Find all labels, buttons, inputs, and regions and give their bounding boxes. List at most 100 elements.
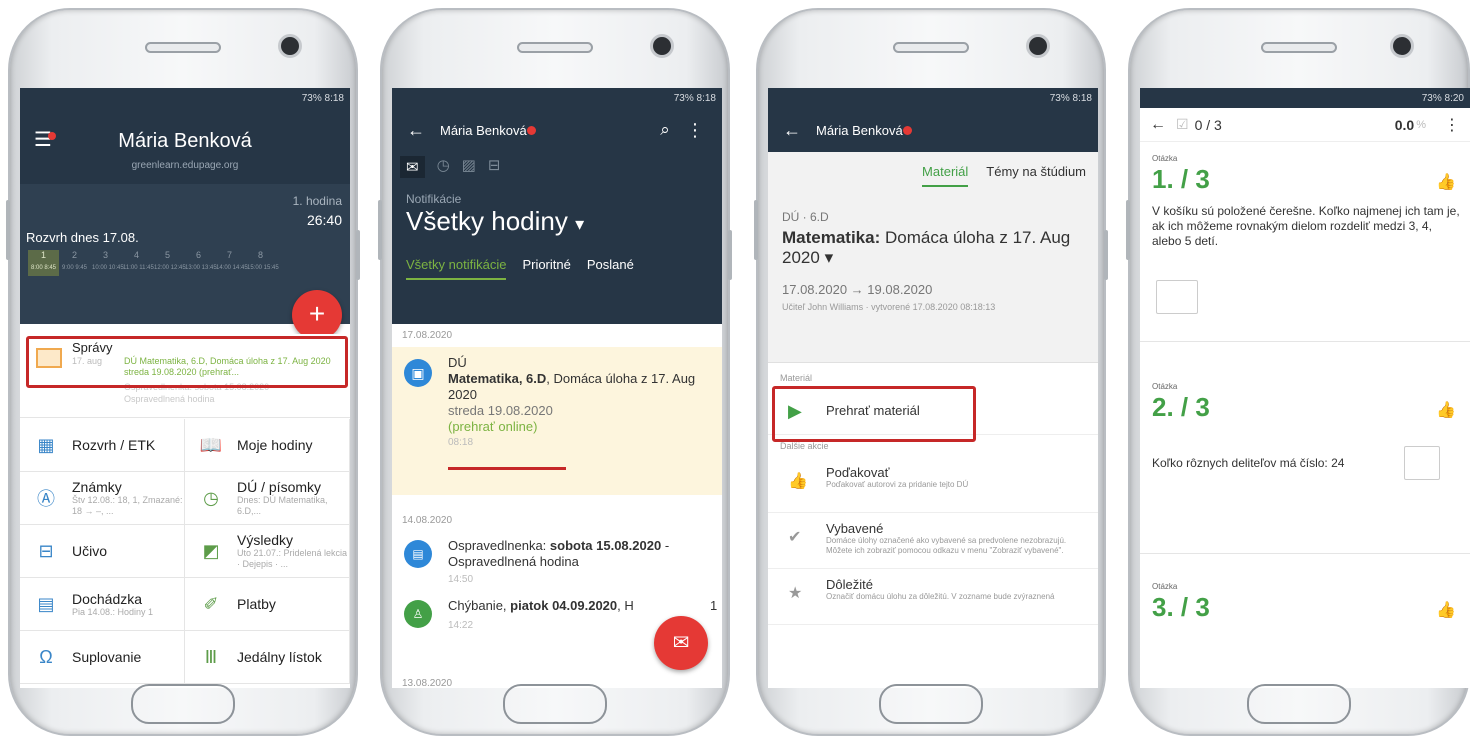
thumbs-up-icon[interactable]: 👍	[1436, 172, 1456, 192]
action-star[interactable]: ★ Dôležité Označiť domácu úlohu za dôležit…	[768, 569, 1098, 625]
action-check[interactable]: ✔ Vybavené Domáce úlohy označené ako vybav…	[768, 513, 1098, 569]
date-header: 13.08.2020	[402, 678, 453, 688]
tile-title: Učivo	[72, 543, 108, 559]
screen-dashboard: 73% 8:18 ☰ Mária Benková greenlearn.edup…	[20, 88, 350, 688]
tile-attendance[interactable]: ▤ Dochádzka Pia 14.08.: Hodiny 1	[20, 578, 185, 631]
period-number: 3	[102, 250, 108, 260]
phone-frame-4: 73% 8:20 ← ☑ 0 / 3 0.0% ⋮ Otázka 1. / 3 …	[1126, 8, 1470, 736]
checkbox-icon[interactable]: ☑	[1176, 116, 1189, 133]
chart-tab-icon[interactable]: ▨	[462, 156, 476, 178]
home-button[interactable]	[503, 684, 607, 724]
phone-frame-2: 73% 8:18 ← Mária Benková ⌕ ⋮ ✉ ◷ ▨ ⊟ Not…	[378, 8, 732, 736]
front-camera	[1026, 34, 1050, 58]
question-3: Otázka 3. / 3 👍	[1140, 554, 1470, 654]
check-icon: ✔	[788, 529, 802, 546]
tile-title: Jedálny lístok	[237, 649, 322, 665]
detail-header: 73% 8:18 ← Mária Benková	[768, 88, 1098, 152]
notif-time: 08:18	[448, 437, 474, 448]
period-time: 14:00 14:45	[216, 265, 248, 271]
period-number: 8	[257, 250, 263, 260]
answer-input[interactable]	[1156, 280, 1198, 314]
more-vert-icon[interactable]: ⋮	[1444, 115, 1460, 135]
question-label: Otázka	[1152, 582, 1178, 591]
home-button[interactable]	[131, 684, 235, 724]
timetable-period[interactable]: 1 8:00 8:45	[28, 250, 59, 276]
tile-food[interactable]: Ⅲ Jedálny lístok	[185, 631, 350, 684]
speaker-grille	[145, 42, 221, 53]
volume-button	[378, 200, 382, 260]
timetable-period[interactable]: 8 15:00 15:45	[245, 250, 279, 276]
tile-title: Platby	[237, 596, 276, 612]
app-bar: ← Mária Benková ⌕ ⋮	[392, 108, 722, 152]
home-button[interactable]	[879, 684, 983, 724]
category-tabs: ✉ ◷ ▨ ⊟	[392, 152, 722, 182]
tile-book[interactable]: 📖 Moje hodiny	[185, 419, 350, 472]
timetable-period[interactable]: 6 13:00 13:45	[183, 250, 217, 276]
tile-grade[interactable]: Ⓐ Známky Štv 12.08.: 18, 1, Zmazané: 18 → …	[20, 472, 185, 525]
tile-clock[interactable]: ◷ DÚ / písomky Dnes: DÚ Matematika, 6.D,..…	[185, 472, 350, 525]
tile-substitution[interactable]: Ω Suplovanie	[20, 631, 185, 684]
period-time: 11:00 11:45	[123, 265, 154, 271]
briefcase-icon: ⊟	[38, 540, 54, 561]
screen-notifications: 73% 8:18 ← Mária Benková ⌕ ⋮ ✉ ◷ ▨ ⊟ Not…	[392, 88, 722, 688]
thumbs-up-icon[interactable]: 👍	[1436, 600, 1456, 620]
lesson-countdown: 26:40	[306, 212, 342, 228]
add-fab-button[interactable]: +	[292, 290, 342, 340]
tab-priority[interactable]: Prioritné	[522, 257, 570, 280]
notif-text-suffix: 1	[710, 598, 718, 613]
back-arrow-icon[interactable]: ←	[1150, 116, 1166, 134]
status-bar-bg: 73% 8:20	[1140, 88, 1470, 108]
tab-topics[interactable]: Témy na štúdium	[986, 164, 1086, 187]
question-number: 3. / 3	[1152, 592, 1210, 622]
answer-input[interactable]	[1404, 446, 1440, 480]
compose-fab-button[interactable]: ✉	[654, 616, 708, 670]
tile-payment[interactable]: ✐ Platby	[185, 578, 350, 631]
back-arrow-icon[interactable]: ←	[780, 120, 804, 141]
action-description: Domáce úlohy označené ako vybavené sa pr…	[826, 536, 1067, 555]
thumbs-up-icon: 👍	[788, 473, 808, 490]
briefcase-tab-icon[interactable]: ⊟	[488, 156, 501, 178]
user-name: Mária Benková	[440, 122, 527, 138]
period-time: 15:00 15:45	[247, 265, 279, 271]
timetable-period[interactable]: 5 12:00 12:45	[152, 250, 186, 276]
notif-text: Chýbanie, piatok 04.09.2020, H	[448, 598, 634, 613]
notif-text: Ospravedlnenka: sobota 15.08.2020 - Ospr…	[448, 538, 670, 569]
tab-material[interactable]: Materiál	[922, 164, 969, 187]
search-icon[interactable]: ⌕	[650, 120, 680, 140]
phone-frame-1: 73% 8:18 ☰ Mária Benková greenlearn.edup…	[6, 8, 360, 736]
front-camera	[1390, 34, 1414, 58]
tile-briefcase[interactable]: ⊟ Učivo	[20, 525, 185, 578]
notification-item-excuse[interactable]: ▤ Ospravedlnenka: sobota 15.08.2020 - Os…	[392, 534, 722, 594]
notification-item-hw[interactable]: ▣ DÚ Matematika, 6.D, Domáca úloha z 17.…	[392, 347, 722, 495]
actions-list: 👍 Poďakovať Poďakovať autorovi za pridanie…	[768, 457, 1098, 625]
thumbs-up-icon[interactable]: 👍	[1436, 400, 1456, 420]
timetable-period[interactable]: 4 11:00 11:45	[121, 250, 154, 276]
dashboard-tiles: ▦ Rozvrh / ETK 📖 Moje hodiny Ⓐ Známky Štv 12.0…	[20, 419, 350, 684]
question-number: 2. / 3	[1152, 392, 1210, 422]
calendar-icon: ▦	[37, 434, 55, 455]
timetable-period[interactable]: 2 9:00 9:45	[59, 250, 90, 276]
tab-sent[interactable]: Poslané	[587, 257, 634, 280]
question-text: V košíku sú položené čerešne. Koľko najm…	[1152, 204, 1460, 248]
filter-dropdown[interactable]: Všetky hodiny ▾	[392, 206, 722, 237]
messages-tab-icon[interactable]: ✉	[400, 156, 425, 178]
timetable-period[interactable]: 7 14:00 14:45	[214, 250, 248, 276]
more-vert-icon[interactable]: ⋮	[680, 120, 710, 141]
user-name: Mária Benková	[816, 122, 903, 138]
star-icon: ★	[788, 585, 803, 602]
clock-tab-icon[interactable]: ◷	[437, 156, 450, 178]
action-thumbs-up[interactable]: 👍 Poďakovať Poďakovať autorovi za pridanie…	[768, 457, 1098, 513]
tile-chart[interactable]: ◩ Výsledky Uto 21.07.: Pridelená lekcia · …	[185, 525, 350, 578]
date-header: 17.08.2020	[402, 330, 453, 341]
timetable-title: Rozvrh dnes 17.08.	[26, 230, 139, 245]
timetable-period[interactable]: 3 10:00 10:45	[90, 250, 124, 276]
back-arrow-icon[interactable]: ←	[404, 120, 428, 141]
status-bar: 73% 8:18	[673, 93, 716, 104]
homework-title[interactable]: Matematika: Domáca úloha z 17. Aug 2020 …	[782, 228, 1088, 268]
tile-calendar[interactable]: ▦ Rozvrh / ETK	[20, 419, 185, 472]
volume-button	[1126, 200, 1130, 260]
home-button[interactable]	[1247, 684, 1351, 724]
tab-all[interactable]: Všetky notifikácie	[406, 257, 507, 280]
notif-tabs: Všetky notifikácie Prioritné Poslané	[392, 237, 722, 280]
play-online-link[interactable]: (prehrať online)	[448, 419, 712, 435]
